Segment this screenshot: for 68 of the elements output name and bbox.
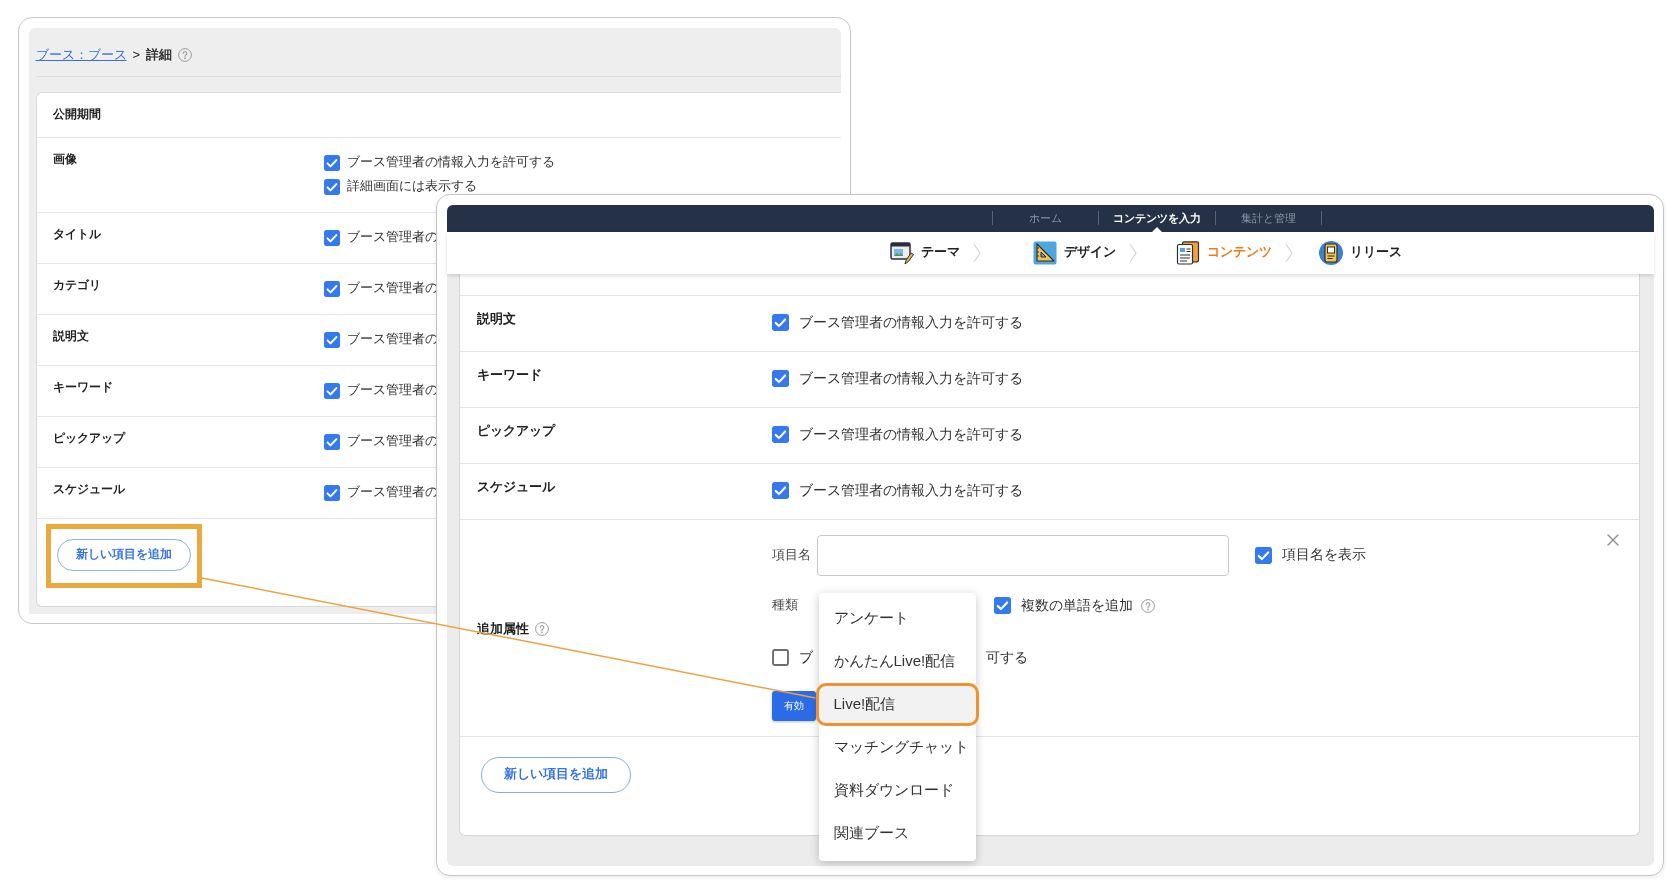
dropdown-option[interactable]: マッチングチャット xyxy=(818,725,976,769)
checkbox[interactable] xyxy=(323,178,340,195)
step-tab[interactable]: テーマ xyxy=(889,240,960,265)
checkbox[interactable] xyxy=(771,482,789,499)
checkbox[interactable] xyxy=(771,649,789,666)
field-label: カテゴリ xyxy=(52,277,101,292)
breadcrumb-separator: > xyxy=(132,47,141,62)
set-square-icon xyxy=(1032,240,1057,265)
checkbox-label: 複数の単語を追加 xyxy=(1020,596,1133,615)
dropdown-option[interactable]: かんたんLive!配信 xyxy=(818,639,976,683)
field-label: 画像 xyxy=(52,151,77,166)
checkbox-label: ブ xyxy=(798,648,813,667)
field-label: 説明文 xyxy=(52,328,89,343)
tablet-icon xyxy=(1318,240,1343,265)
field-label: 項目名 xyxy=(771,546,811,564)
checkbox[interactable] xyxy=(771,314,789,331)
checkbox[interactable] xyxy=(323,433,340,450)
checkbox[interactable] xyxy=(323,382,340,399)
help-icon[interactable] xyxy=(534,621,549,636)
nav-tab[interactable]: ホーム xyxy=(992,204,1098,232)
step-tab[interactable]: デザイン xyxy=(1032,240,1116,265)
checkbox[interactable] xyxy=(771,426,789,443)
checkbox[interactable] xyxy=(323,331,340,348)
checkbox[interactable] xyxy=(1254,546,1272,564)
checkbox-label: ブース管理者の情報入力を許可する xyxy=(798,313,1023,332)
field-label: ピックアップ xyxy=(476,421,555,440)
breadcrumb-link[interactable]: ブース：ブース xyxy=(35,45,127,64)
chevron-icon xyxy=(972,242,981,263)
monitor-icon xyxy=(889,240,914,265)
help-icon[interactable] xyxy=(1140,598,1155,613)
chevron-icon xyxy=(1128,242,1137,263)
field-label: 説明文 xyxy=(476,309,516,328)
checkbox-label: 詳細画面には表示する xyxy=(346,178,477,195)
dropdown-option[interactable]: 資料ダウンロード xyxy=(818,768,976,812)
field-label: ピックアップ xyxy=(52,430,125,445)
checkbox[interactable] xyxy=(993,597,1011,614)
step-tab[interactable]: リリース xyxy=(1318,240,1402,265)
document-icon xyxy=(1175,240,1200,265)
field-label: 公開期間 xyxy=(52,106,101,121)
enable-button[interactable]: 有効 xyxy=(771,690,816,721)
field-label: タイトル xyxy=(52,226,101,241)
checkbox-label: ブース管理者の情報入力を許可する xyxy=(798,481,1023,500)
checkbox-label: ブース管理者の情報入力を許可する xyxy=(346,154,555,171)
checkbox[interactable] xyxy=(323,229,340,246)
nav-tab[interactable]: 集計と管理 xyxy=(1215,204,1321,232)
add-item-button[interactable]: 新しい項目を追加 xyxy=(480,756,631,793)
checkbox[interactable] xyxy=(323,280,340,297)
field-label: 種類 xyxy=(771,597,798,614)
dropdown-option[interactable]: Live!配信 xyxy=(818,682,976,726)
checkbox[interactable] xyxy=(771,370,789,387)
checkbox[interactable] xyxy=(323,154,340,171)
checkbox-label: 項目名を表示 xyxy=(1281,546,1366,564)
dropdown-option[interactable]: アンケート xyxy=(818,596,976,640)
nav-tab[interactable]: コンテンツを入力 xyxy=(1098,204,1215,232)
breadcrumb-current: 詳細 xyxy=(146,45,173,64)
field-label: キーワード xyxy=(476,365,542,384)
checkbox-label: ブース管理者の情報入力を許可する xyxy=(798,369,1023,388)
field-label: スケジュール xyxy=(476,477,555,496)
field-label: スケジュール xyxy=(52,481,125,496)
dropdown-option[interactable]: 関連ブース xyxy=(818,811,976,855)
field-label: キーワード xyxy=(52,379,113,394)
chevron-icon xyxy=(1284,242,1293,263)
close-icon[interactable] xyxy=(1606,533,1619,546)
add-item-button[interactable]: 新しい項目を追加 xyxy=(56,538,191,571)
checkbox[interactable] xyxy=(323,484,340,501)
input-field[interactable] xyxy=(816,534,1229,576)
checkbox-label: ブース管理者の情報入力を許可する xyxy=(798,425,1023,444)
checkbox-label: 可する xyxy=(985,648,1028,667)
